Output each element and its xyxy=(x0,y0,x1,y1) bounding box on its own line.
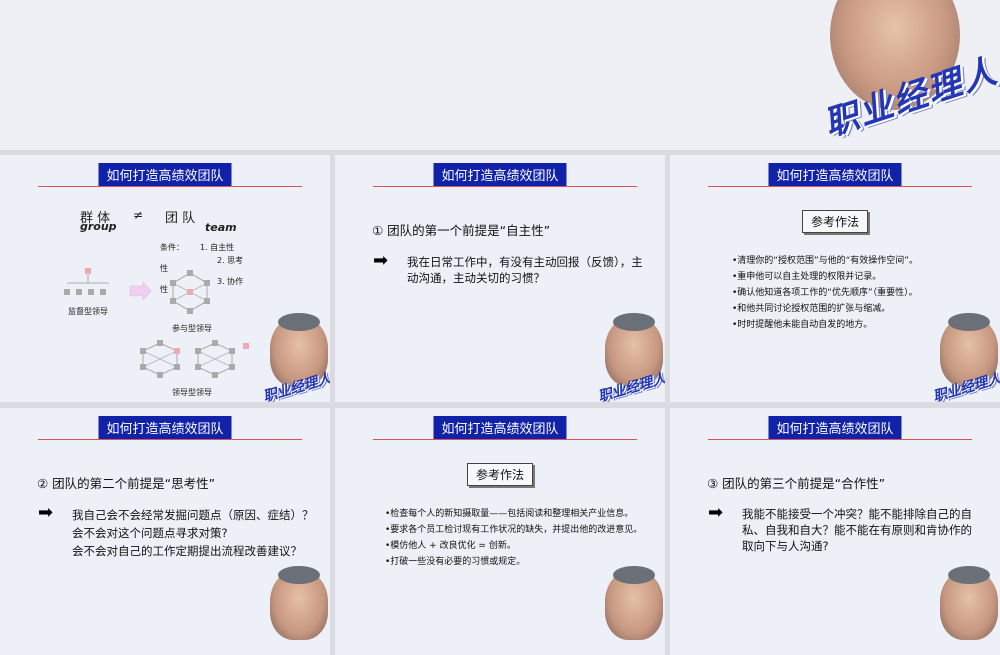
not-equal-sign: ≠ xyxy=(133,208,144,222)
reference-method-box: 参考作法 xyxy=(466,463,534,486)
slide-thumbnail-3[interactable]: 如何打造高绩效团队 参考作法 •清理你的“授权范围”与他的“有效操作空间”。 •… xyxy=(670,155,1000,402)
title-rule xyxy=(708,439,972,440)
premise-heading: ③ 团队的第三个前提是“合作性” xyxy=(707,476,886,491)
reference-method-box: 参考作法 xyxy=(801,210,869,233)
condition-label: 条件： xyxy=(160,243,184,252)
premise-heading: ② 团队的第二个前提是“思考性” xyxy=(37,476,216,491)
title-rule xyxy=(708,186,972,187)
question-line: 会不会对自己的工作定期提出流程改善建议？ xyxy=(72,544,302,558)
question-line: 我能不能接受一个冲突？能不能排除自己的自 xyxy=(742,507,972,521)
condition-1: 1. 自主性 xyxy=(200,243,235,252)
slide-thumbnail-2[interactable]: 如何打造高绩效团队 ① 团队的第一个前提是“自主性” ➡ 我在日常工作中，有没有… xyxy=(335,155,665,402)
group-en-label: group xyxy=(80,220,117,233)
top-banner-slide: 职业经理人 xyxy=(0,0,1000,150)
slide-title: 如何打造高绩效团队 xyxy=(768,416,902,439)
slide-title: 如何打造高绩效团队 xyxy=(98,416,232,439)
label-participative: 参与型领导 xyxy=(172,324,212,333)
question-text: 我自己会不会经常发掘问题点（原因、症结）？ 会不会对这个问题点寻求对策? 会不会… xyxy=(72,506,314,560)
bullet-item: •检查每个人的新知摄取量——包括阅读和整理相关产业信息。 xyxy=(385,509,634,519)
question-line: 我自己会不会经常发掘问题点（原因、症结）？ xyxy=(72,508,314,522)
bullet-item: •重申他可以自主处理的权限并记录。 xyxy=(732,272,882,282)
question-line: 动沟通，主动关切的习惯？ xyxy=(407,271,545,285)
title-rule xyxy=(38,439,302,440)
team-en-label: team xyxy=(205,221,237,234)
manager-portrait xyxy=(940,566,998,640)
question-line: 会不会对这个问题点寻求对策? xyxy=(72,526,228,540)
arrow-icon: ➡ xyxy=(373,250,389,271)
slide-thumbnail-4[interactable]: 如何打造高绩效团队 ② 团队的第二个前提是“思考性” ➡ 我自己会不会经常发掘问… xyxy=(0,408,330,655)
title-rule xyxy=(373,439,637,440)
title-rule xyxy=(373,186,637,187)
bullet-item: •清理你的“授权范围”与他的“有效操作空间”。 xyxy=(732,256,918,266)
bullet-list: •清理你的“授权范围”与他的“有效操作空间”。 •重申他可以自主处理的权限并记录… xyxy=(732,253,918,333)
slide-title: 如何打造高绩效团队 xyxy=(768,163,902,186)
question-text: 我在日常工作中，有没有主动回报（反馈），主 动沟通，主动关切的习惯？ xyxy=(407,254,643,286)
premise-heading: ① 团队的第一个前提是“自主性” xyxy=(372,223,551,238)
transition-arrow xyxy=(129,281,152,301)
slide-thumbnail-1[interactable]: 如何打造高绩效团队 群 体 ≠ 团 队 group team 条件： 1. 自主… xyxy=(0,155,330,402)
leadership-diagram xyxy=(64,268,249,378)
question-line: 我在日常工作中，有没有主动回报（反馈），主 xyxy=(407,255,643,269)
slide-title: 如何打造高绩效团队 xyxy=(433,416,567,439)
manager-portrait xyxy=(605,566,663,640)
bullet-item: •确认他知道各项工作的“优先顺序”（重要性）。 xyxy=(732,288,918,298)
bullet-item: •打破一些没有必要的习惯或规定。 xyxy=(385,557,526,567)
question-text: 我能不能接受一个冲突？能不能排除自己的自 私、自我和自大？能不能在有原则和肯协作… xyxy=(742,506,972,554)
bullet-item: •时时提醒他未能自动自发的地方。 xyxy=(732,320,873,330)
node-leader xyxy=(85,268,91,274)
bullet-item: •模仿他人 + 改良优化 = 创新。 xyxy=(385,541,516,551)
label-leadership: 领导型领导 xyxy=(172,388,212,397)
label-supervisory: 监督型领导 xyxy=(68,307,108,316)
manager-portrait xyxy=(270,566,328,640)
team-cn-label: 团 队 xyxy=(165,211,196,226)
question-line: 取向下与人沟通? xyxy=(742,539,829,553)
arrow-icon: ➡ xyxy=(708,502,724,523)
title-rule xyxy=(38,186,302,187)
slide-thumbnail-5[interactable]: 如何打造高绩效团队 参考作法 •检查每个人的新知摄取量——包括阅读和整理相关产业… xyxy=(335,408,665,655)
slide-title: 如何打造高绩效团队 xyxy=(433,163,567,186)
bullet-item: •和他共同讨论授权范围的扩张与缩减。 xyxy=(732,304,891,314)
bullet-item: •要求各个员工检讨现有工作状况的缺失，并提出他的改进意见。 xyxy=(385,525,643,535)
bullet-list: •检查每个人的新知摄取量——包括阅读和整理相关产业信息。 •要求各个员工检讨现有… xyxy=(385,506,642,570)
question-line: 私、自我和自大？能不能在有原则和肯协作的 xyxy=(742,523,972,537)
arrow-icon: ➡ xyxy=(38,502,54,523)
slide-thumbnail-6[interactable]: 如何打造高绩效团队 ③ 团队的第三个前提是“合作性” ➡ 我能不能接受一个冲突？… xyxy=(670,408,1000,655)
slide-title: 如何打造高绩效团队 xyxy=(98,163,232,186)
